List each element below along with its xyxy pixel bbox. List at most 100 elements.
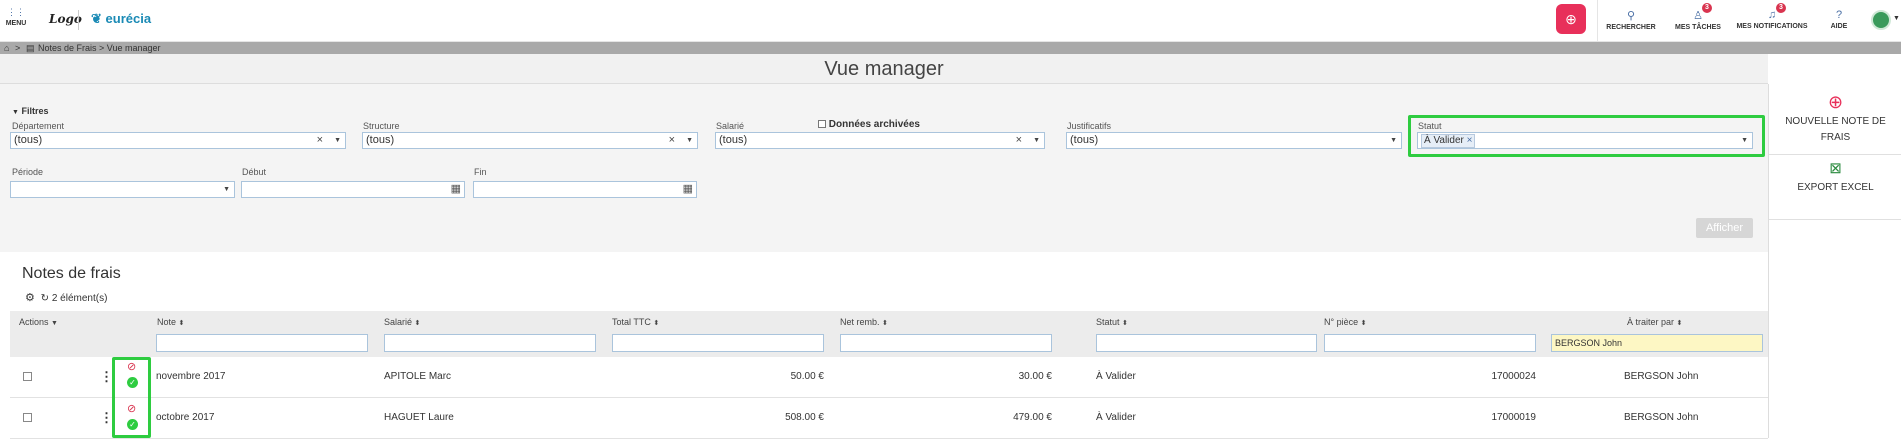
table-row[interactable]: ⋮ ⊘ ✓ octobre 2017 HAGUET Laure 508.00 €… xyxy=(10,398,1768,439)
search-label: RECHERCHER xyxy=(1606,24,1656,31)
total-cell: 508.00 € xyxy=(785,412,824,423)
calendar-icon[interactable]: ▦ xyxy=(683,182,693,197)
piece-cell: 17000019 xyxy=(1491,412,1537,423)
gear-icon[interactable]: ⚙ xyxy=(25,292,35,304)
caret-down-icon: ▼ xyxy=(51,320,58,327)
menu-button[interactable]: ⋮⋮ MENU xyxy=(4,8,28,28)
salarie-label: Salarié xyxy=(716,121,745,131)
caret-down-icon: ▼ xyxy=(12,109,19,116)
sort-icon: ⬍ xyxy=(653,320,660,327)
element-count: 2 élément(s) xyxy=(51,293,108,304)
salarie-filter-input[interactable] xyxy=(384,334,596,352)
sort-icon: ⬍ xyxy=(1122,320,1128,327)
piece-filter-input[interactable] xyxy=(1324,334,1536,352)
clear-icon[interactable]: × xyxy=(317,133,323,148)
page-title: Vue manager xyxy=(0,54,1768,84)
checkbox[interactable] xyxy=(818,120,826,128)
new-note-button[interactable]: ⊕ NOUVELLE NOTE DE FRAIS xyxy=(1769,92,1901,146)
plus-circle-icon: ⊕ xyxy=(1565,11,1577,27)
sort-icon: ⬍ xyxy=(882,320,888,327)
menu-label: MENU xyxy=(5,20,27,27)
traiter-par-cell: BERGSON John xyxy=(1624,371,1699,382)
column-traiter-par[interactable]: À traiter par ⬍ xyxy=(1627,317,1682,327)
breadcrumb-separator: > xyxy=(15,43,21,53)
chevron-down-icon[interactable]: ▼ xyxy=(334,133,341,148)
notifications-badge: 3 xyxy=(1776,3,1786,13)
table-row[interactable]: ⋮ ⊘ ✓ novembre 2017 APITOLE Marc 50.00 €… xyxy=(10,357,1768,398)
salarie-value: (tous) xyxy=(719,134,748,146)
traiter-par-filter-input[interactable]: BERGSON John xyxy=(1551,334,1763,352)
column-net-remb[interactable]: Net remb. ⬍ xyxy=(840,317,888,327)
structure-label: Structure xyxy=(363,121,400,131)
salarie-cell: HAGUET Laure xyxy=(384,412,454,423)
avatar[interactable] xyxy=(1871,10,1891,30)
salarie-select[interactable]: (tous) × ▼ xyxy=(715,132,1045,149)
chevron-down-icon[interactable]: ▼ xyxy=(686,133,693,148)
chevron-down-icon[interactable]: ▼ xyxy=(1390,133,1397,148)
column-label: Note xyxy=(157,317,177,327)
periode-select[interactable]: ▼ xyxy=(10,181,235,198)
chevron-down-icon[interactable]: ▼ xyxy=(223,182,230,197)
column-statut[interactable]: Statut ⬍ xyxy=(1096,317,1128,327)
search-button[interactable]: ⚲ RECHERCHER xyxy=(1603,0,1659,42)
add-button[interactable]: ⊕ xyxy=(1556,4,1586,34)
refresh-icon[interactable]: ↻ xyxy=(41,293,49,304)
archived-checkbox[interactable]: Données archivées xyxy=(818,119,920,130)
export-excel-button[interactable]: ⊠ EXPORT EXCEL xyxy=(1769,160,1901,196)
statut-cell: À Valider xyxy=(1096,412,1136,423)
divider xyxy=(1769,219,1901,220)
statut-filter-input[interactable] xyxy=(1096,334,1317,352)
chevron-down-icon[interactable]: ▼ xyxy=(1033,133,1040,148)
afficher-button[interactable]: Afficher xyxy=(1696,218,1753,238)
sort-icon: ⬍ xyxy=(414,320,421,327)
departement-label: Département xyxy=(12,121,65,131)
help-button[interactable]: ? AIDE xyxy=(1824,0,1854,42)
salarie-cell: APITOLE Marc xyxy=(384,371,452,382)
table-header: Actions ▼ Note ⬍ Salarié ⬍ Total TTC ⬍ N… xyxy=(10,311,1768,357)
home-icon[interactable]: ⌂ xyxy=(4,42,9,54)
top-bar: ⋮⋮ MENU Logo ❦ eurécia ⊕ ⚲ RECHERCHER ♙ … xyxy=(0,0,1901,42)
sort-icon: ⬍ xyxy=(1676,320,1683,327)
filters-toggle[interactable]: ▼ Filtres xyxy=(12,106,48,116)
structure-value: (tous) xyxy=(366,134,395,146)
notifications-label: MES NOTIFICATIONS xyxy=(1736,23,1808,30)
note-filter-input[interactable] xyxy=(156,334,368,352)
plus-circle-icon: ⊕ xyxy=(1827,92,1844,112)
chevron-down-icon[interactable]: ▼ xyxy=(1893,15,1900,22)
tasks-button[interactable]: ♙ 3 MES TÂCHES xyxy=(1670,0,1726,42)
table-title: Notes de frais xyxy=(22,265,121,282)
sort-icon: ⬍ xyxy=(1360,320,1367,327)
column-label: N° pièce xyxy=(1324,317,1359,327)
brand-name: eurécia xyxy=(105,11,152,26)
row-checkbox[interactable] xyxy=(23,413,32,422)
logo-divider xyxy=(78,10,79,30)
clear-icon[interactable]: × xyxy=(669,133,675,148)
statut-highlight xyxy=(1408,115,1765,157)
justificatifs-label: Justificatifs xyxy=(1067,121,1112,131)
column-total-ttc[interactable]: Total TTC ⬍ xyxy=(612,317,659,327)
bell-icon: ♫ xyxy=(1767,9,1777,21)
calendar-icon[interactable]: ▦ xyxy=(451,182,461,197)
column-piece[interactable]: N° pièce ⬍ xyxy=(1324,317,1367,327)
column-label: Salarié xyxy=(384,317,413,327)
net-cell: 479.00 € xyxy=(1013,412,1052,423)
structure-select[interactable]: (tous) × ▼ xyxy=(362,132,698,149)
net-filter-input[interactable] xyxy=(840,334,1052,352)
justificatifs-select[interactable]: (tous) ▼ xyxy=(1066,132,1402,149)
column-actions[interactable]: Actions ▼ xyxy=(19,317,58,327)
column-note[interactable]: Note ⬍ xyxy=(157,317,184,327)
total-filter-input[interactable] xyxy=(612,334,824,352)
notifications-button[interactable]: ♫ 3 MES NOTIFICATIONS xyxy=(1736,0,1808,42)
row-checkbox[interactable] xyxy=(23,372,32,381)
actions-highlight xyxy=(112,357,151,438)
piece-cell: 17000024 xyxy=(1491,371,1537,382)
clear-icon[interactable]: × xyxy=(1016,133,1022,148)
departement-select[interactable]: (tous) × ▼ xyxy=(10,132,346,149)
search-icon: ⚲ xyxy=(1626,10,1636,22)
fin-date-input[interactable]: ▦ xyxy=(473,181,697,198)
note-cell: octobre 2017 xyxy=(156,412,215,423)
column-label: À traiter par xyxy=(1627,317,1675,327)
breadcrumb-path[interactable]: Notes de Frais > Vue manager xyxy=(38,42,160,54)
debut-date-input[interactable]: ▦ xyxy=(241,181,465,198)
column-salarie[interactable]: Salarié ⬍ xyxy=(384,317,420,327)
